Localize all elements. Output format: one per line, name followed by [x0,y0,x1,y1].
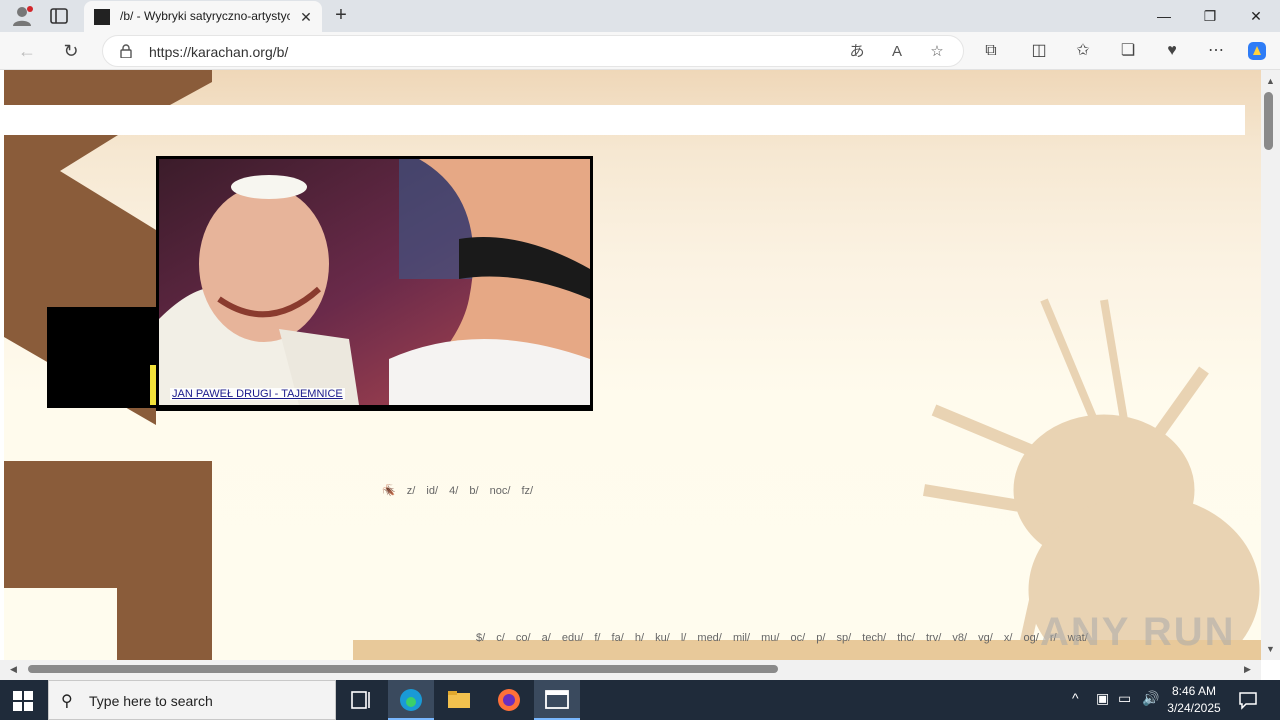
board-link[interactable]: z/ [407,485,416,497]
board-nav-bottom: $/ c/ co/ a/ edu/ f/ fa/ h/ ku/ l/ med/ … [476,632,1096,644]
back-button[interactable]: ← [14,39,40,63]
board-link[interactable]: trv/ [926,632,941,644]
board-link[interactable]: mil/ [733,632,750,644]
board-link[interactable]: og/ [1023,632,1038,644]
scroll-right-icon[interactable]: ▶ [1244,664,1251,675]
notifications-icon[interactable] [1238,690,1258,710]
board-link[interactable]: tech/ [862,632,886,644]
split-screen-icon[interactable]: ◫ [1028,40,1050,62]
board-link[interactable]: x/ [1004,632,1013,644]
board-link[interactable]: fz/ [521,485,533,497]
restore-button[interactable]: ❐ [1188,4,1232,28]
refresh-button[interactable]: ↻ [58,39,84,63]
browser-essentials-icon[interactable]: ♥ [1161,40,1183,62]
taskbar-search-box[interactable]: ⚲ Type here to search [48,680,336,720]
read-aloud-icon[interactable]: A [887,42,907,62]
clock-time: 8:46 AM [1171,684,1217,698]
site-favicon-icon [94,9,110,25]
volume-icon[interactable]: 🔊 [1142,690,1159,707]
banner-image[interactable] [159,159,590,405]
tab-title: /b/ - Wybryki satyryczno-artystyczne [120,9,290,23]
board-nav-top: 🪳 z/ id/ 4/ b/ noc/ fz/ [382,484,541,497]
lower-brown-shape [4,461,212,660]
board-link[interactable]: $/ [476,632,485,644]
minimize-button[interactable]: — [1142,4,1186,28]
search-placeholder[interactable]: Type here to search [89,693,213,709]
board-link[interactable]: ku/ [655,632,670,644]
board-link[interactable]: noc/ [490,485,511,497]
board-link[interactable]: c/ [496,632,505,644]
vertical-scrollbar[interactable]: ▲ ▼ [1261,70,1280,660]
board-link[interactable]: 4/ [449,485,458,497]
board-link[interactable]: co/ [516,632,531,644]
vertical-scroll-thumb[interactable] [1264,92,1273,150]
board-link[interactable]: a/ [542,632,551,644]
board-link[interactable]: med/ [697,632,721,644]
file-explorer-icon[interactable] [436,680,482,720]
board-link[interactable]: fa/ [612,632,624,644]
board-link[interactable]: thc/ [897,632,915,644]
new-tab-button[interactable]: + [330,5,352,27]
window-close-button[interactable]: ✕ [1234,4,1278,28]
firefox-icon[interactable] [486,680,532,720]
scroll-left-icon[interactable]: ◀ [10,664,17,675]
profile-icon[interactable] [10,5,34,27]
cockroach-icon[interactable]: 🪳 [382,485,396,497]
scroll-up-icon[interactable]: ▲ [1266,76,1275,86]
board-link[interactable]: b/ [469,485,478,497]
favorite-star-icon[interactable]: ☆ [927,42,947,62]
search-icon: ⚲ [61,693,73,710]
board-link[interactable]: h/ [635,632,644,644]
board-link[interactable]: v8/ [952,632,967,644]
header-brown-shape [4,70,212,105]
board-link[interactable]: f/ [594,632,600,644]
browser-toolbar: ← ↻ https://karachan.org/b/ あ A ☆ ⧉ ◫ ✩ … [0,32,1280,70]
network-icon[interactable]: ▭ [1118,690,1131,707]
horizontal-scrollbar[interactable]: ◀ ▶ [0,660,1261,680]
more-menu-icon[interactable]: ⋯ [1205,40,1227,62]
edge-taskbar-icon[interactable] [388,680,434,720]
web-page: JAN PAWEŁ DRUGI - TAJEMNICE 🪳 z/ id/ 4/ … [4,70,1261,660]
banner-ad[interactable]: JAN PAWEŁ DRUGI - TAJEMNICE [156,156,593,411]
scroll-down-icon[interactable]: ▼ [1266,644,1275,654]
system-clock[interactable]: 8:46 AM 3/24/2025 [1162,683,1226,717]
windows-taskbar: ⚲ Type here to search ^ ▣ ▭ 🔊 8:46 AM 3/… [0,680,1280,720]
tab-close-button[interactable]: ✕ [298,9,314,25]
window-app-icon[interactable] [534,680,580,720]
board-link[interactable]: p/ [816,632,825,644]
favorites-icon[interactable]: ✩ [1072,40,1094,62]
browser-tab-bar: /b/ - Wybryki satyryczno-artystyczne ✕ +… [0,0,1280,32]
board-link[interactable]: vg/ [978,632,993,644]
collections-icon[interactable]: ❏ [1117,40,1139,62]
screen: /b/ - Wybryki satyryczno-artystyczne ✕ +… [0,0,1280,720]
copilot-icon[interactable] [1246,40,1268,62]
extensions-icon[interactable]: ⧉ [980,40,1002,62]
cockroach-watermark-icon [923,298,1260,660]
board-link[interactable]: edu/ [562,632,583,644]
top-white-strip [4,105,1245,135]
clock-date: 3/24/2025 [1167,701,1221,715]
task-view-icon[interactable] [338,680,384,720]
horizontal-scroll-thumb[interactable] [28,665,778,673]
windows-start-icon[interactable] [12,690,34,712]
translate-icon[interactable]: あ [847,42,867,62]
board-link[interactable]: mu/ [761,632,779,644]
tray-device-icon[interactable]: ▣ [1096,690,1109,707]
anyrun-watermark: ANY RUN [1040,610,1236,654]
active-tab[interactable]: /b/ - Wybryki satyryczno-artystyczne ✕ [84,1,322,32]
board-link[interactable]: id/ [426,485,438,497]
tab-actions-icon[interactable] [48,6,70,26]
board-link[interactable]: l/ [681,632,687,644]
board-link[interactable]: sp/ [837,632,852,644]
board-link[interactable]: oc/ [791,632,806,644]
lock-icon[interactable] [119,44,133,58]
url-text[interactable]: https://karachan.org/b/ [149,44,288,60]
tray-chevron-icon[interactable]: ^ [1072,690,1079,706]
address-bar[interactable]: https://karachan.org/b/ あ A ☆ [102,35,964,67]
banner-caption-link[interactable]: JAN PAWEŁ DRUGI - TAJEMNICE [170,388,345,400]
